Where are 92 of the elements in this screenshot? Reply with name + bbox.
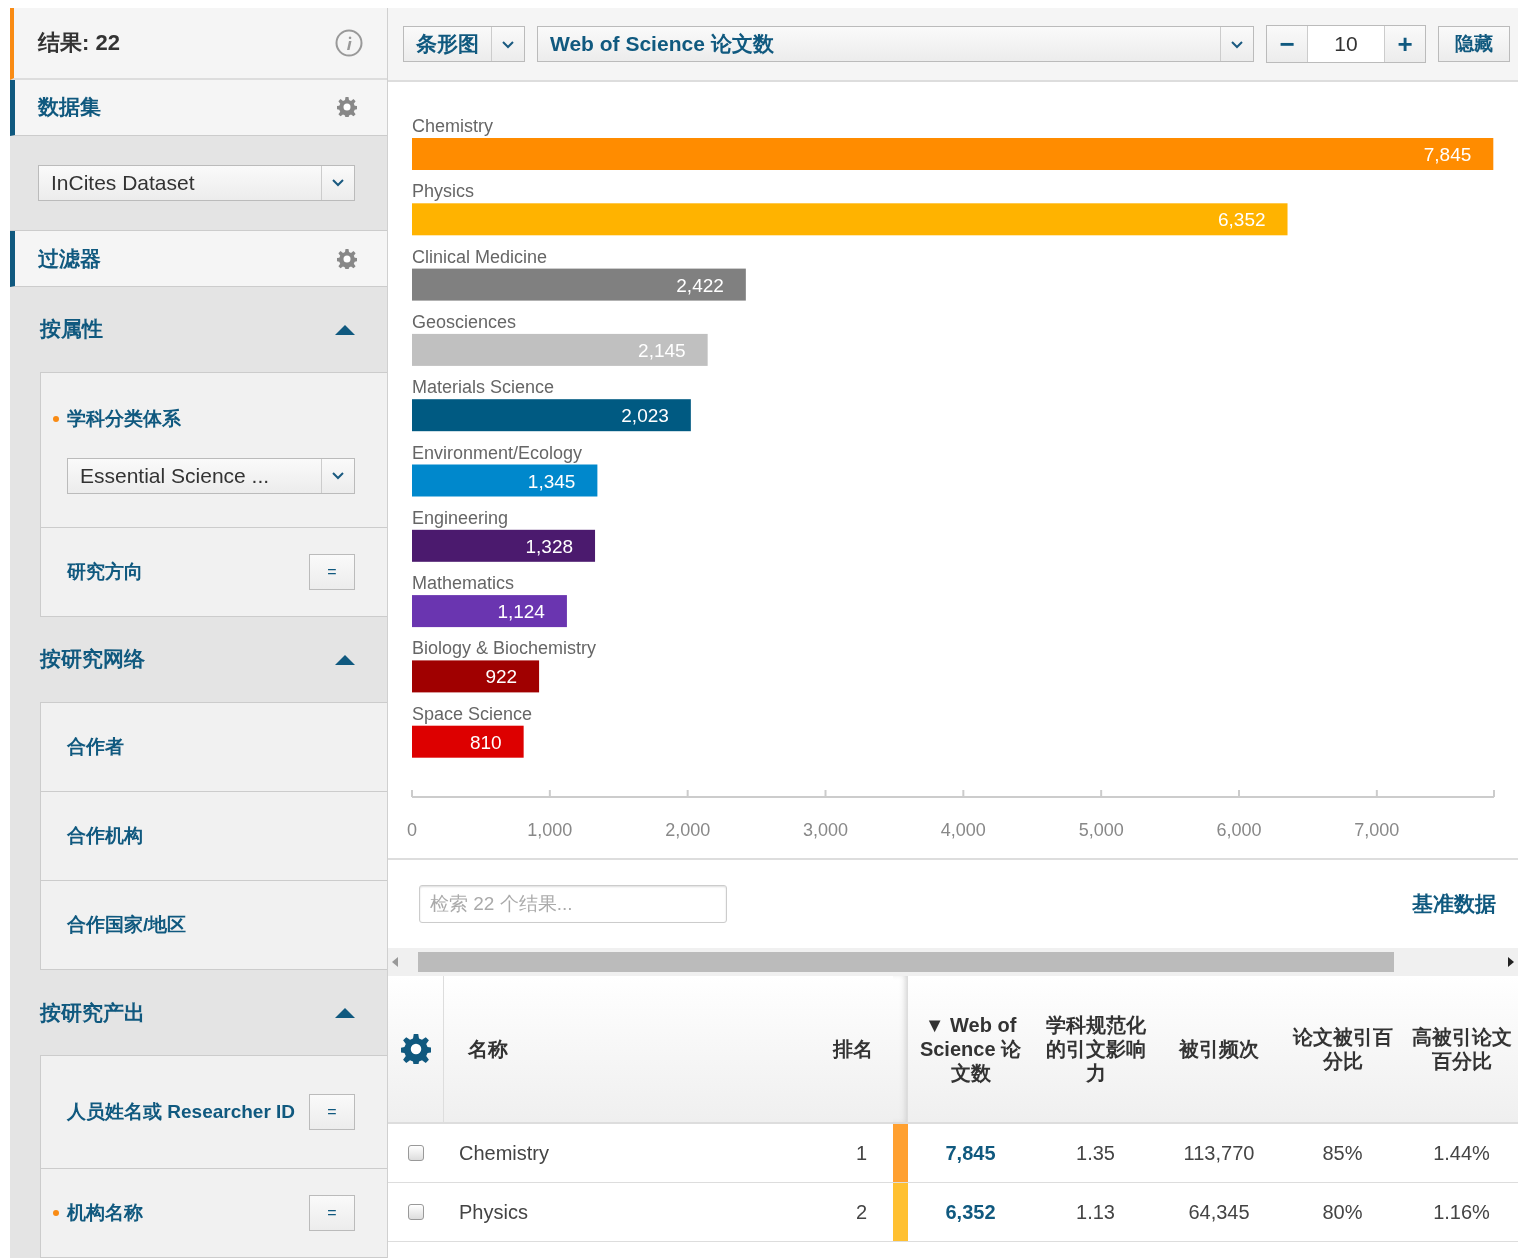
dataset-dropdown[interactable]: InCites Dataset	[38, 164, 355, 201]
table-cell-text: 1.35	[1075, 1140, 1116, 1166]
chevron-down-icon	[331, 471, 345, 481]
category-label: Space Science	[412, 703, 533, 724]
category-label: Chemistry	[412, 116, 493, 136]
chart-type-dropdown[interactable]: 条形图	[403, 26, 525, 62]
tick-label: 0	[407, 820, 417, 840]
scrollbar[interactable]	[388, 948, 1518, 976]
scroll-left-icon[interactable]	[392, 957, 398, 967]
scrollbar-thumb[interactable]	[418, 952, 1394, 972]
dropdown[interactable]: Essential Science ...	[67, 458, 355, 494]
tick-label: 3,000	[803, 820, 849, 840]
column-header[interactable]: 学科规范化的引文影响力	[1033, 976, 1158, 1122]
filter-group-title[interactable]: 按属性	[40, 315, 103, 344]
hide-button[interactable]: 隐藏	[1438, 26, 1510, 62]
value-label: 6,352	[1218, 209, 1266, 231]
column-header[interactable]: ▼ Web of Science 论文数	[908, 976, 1033, 1122]
category-label: Biology & Biochemistry	[412, 638, 597, 659]
filter-label[interactable]: 合作者	[67, 734, 124, 760]
table-cell-text: 1.16%	[1432, 1199, 1491, 1225]
filter-label[interactable]: 研究方向	[67, 559, 143, 585]
value-label: 1,124	[497, 601, 545, 623]
filter-label[interactable]: 人员姓名或 Researcher ID	[67, 1099, 296, 1125]
column-header[interactable]: 名称	[444, 976, 800, 1122]
category-label: Clinical Medicine	[412, 246, 548, 267]
category-label: Physics	[412, 181, 474, 202]
chevron-down-icon	[1230, 39, 1244, 49]
tick-label: 6,000	[1216, 820, 1262, 840]
section-title: 过滤器	[38, 245, 101, 272]
tick-label: 1,000	[527, 820, 573, 840]
info-icon[interactable]	[335, 28, 363, 57]
table-cell-text: Physics	[458, 1199, 529, 1225]
section-title: 数据集	[38, 94, 101, 121]
table-cell-text: 1.44%	[1432, 1140, 1491, 1166]
filter-group-title[interactable]: 按研究产出	[40, 998, 145, 1027]
value-label: 2,023	[621, 405, 669, 427]
search-field[interactable]: 检索 22 个结果...	[419, 885, 727, 923]
category-label: Geosciences	[412, 311, 517, 332]
value-label: 1,345	[527, 470, 576, 492]
table-cell-text: 113,770	[1182, 1140, 1256, 1166]
table-cell-text: 6,352	[944, 1199, 997, 1225]
chevron-down-icon	[331, 178, 345, 188]
value-label: 922	[485, 666, 518, 688]
results-count: 结果: 22	[38, 28, 120, 57]
column-header[interactable]: 被引频次	[1158, 976, 1280, 1122]
column-header[interactable]: 高被引论文百分比	[1405, 976, 1518, 1122]
filter-group-title[interactable]: 按研究网络	[40, 645, 145, 674]
value-label: 7,845	[1423, 144, 1472, 165]
filter-label[interactable]: 机构名称	[67, 1200, 143, 1226]
tick-label: 5,000	[1078, 820, 1124, 840]
caret-up-icon[interactable]	[335, 323, 355, 335]
gear-icon[interactable]	[400, 1034, 431, 1064]
value-label: 1,328	[525, 535, 574, 557]
value-label: 2,145	[638, 339, 686, 361]
scroll-right-icon[interactable]	[1508, 957, 1514, 967]
chevron-down-icon	[501, 39, 515, 49]
row-checkbox[interactable]	[408, 1145, 424, 1161]
category-label: Mathematics	[412, 573, 515, 594]
decrement-button[interactable]: −	[1267, 26, 1307, 62]
table-cell-text: 64,345	[1187, 1199, 1251, 1225]
column-header[interactable]: 论文被引百分比	[1280, 976, 1405, 1122]
equals-button[interactable]: =	[309, 554, 355, 590]
tick-label: 2,000	[665, 820, 711, 840]
category-label: Environment/Ecology	[412, 442, 583, 463]
table-cell-text: 1.13	[1075, 1199, 1116, 1225]
increment-button[interactable]: +	[1385, 26, 1425, 62]
tick-label: 4,000	[940, 820, 986, 840]
table-cell-text: 1	[854, 1140, 868, 1166]
filter-label[interactable]: 合作国家/地区	[67, 912, 187, 938]
gear-icon[interactable]	[337, 97, 357, 118]
gear-icon[interactable]	[337, 248, 357, 269]
table-cell-text: 2	[854, 1199, 868, 1225]
value-label: 810	[469, 731, 502, 753]
category-label: Engineering	[412, 507, 509, 528]
caret-up-icon[interactable]	[335, 1007, 355, 1018]
filter-label[interactable]: 学科分类体系	[67, 406, 181, 432]
count-field[interactable]: 10	[1307, 26, 1385, 62]
equals-button[interactable]: =	[309, 1195, 355, 1231]
equals-button[interactable]: =	[309, 1094, 355, 1130]
row-checkbox[interactable]	[408, 1204, 424, 1220]
tick-label: 7,000	[1354, 820, 1400, 840]
caret-up-icon[interactable]	[335, 654, 355, 665]
column-header[interactable]: 排名	[800, 976, 893, 1122]
value-label: 2,422	[676, 274, 724, 296]
table-cell-text: 80%	[1321, 1199, 1364, 1225]
table-cell-text: 7,845	[944, 1140, 997, 1166]
category-label: Materials Science	[412, 377, 555, 398]
benchmark-link[interactable]: 基准数据	[1412, 890, 1496, 918]
table-cell-text: 85%	[1321, 1140, 1364, 1166]
metric-dropdown[interactable]: Web of Science 论文数	[537, 26, 1254, 62]
table-cell-text: Chemistry	[458, 1140, 550, 1166]
filter-label[interactable]: 合作机构	[67, 823, 143, 849]
